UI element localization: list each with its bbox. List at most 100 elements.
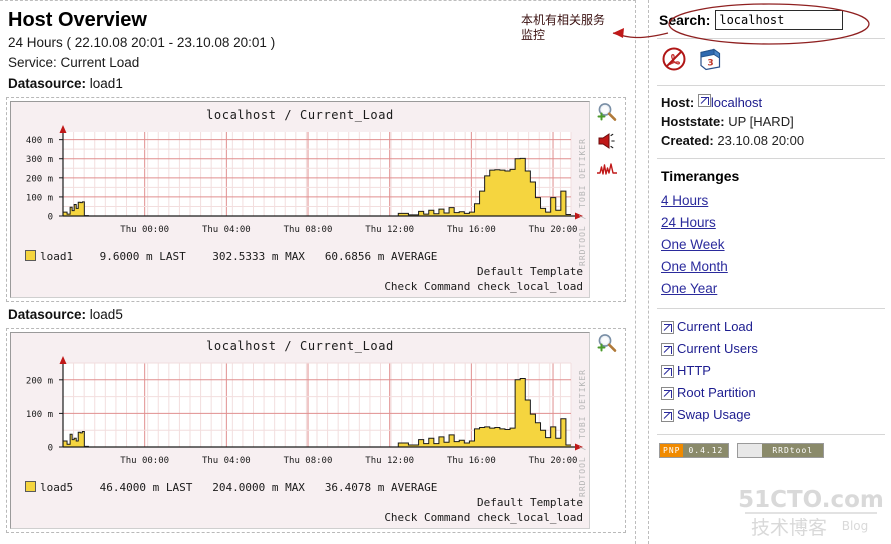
timeranges-block: Timeranges 4 Hours 24 Hours One Week One…: [657, 159, 885, 309]
datasource-key-2: Datasource:: [8, 307, 86, 322]
created-label: Created:: [661, 133, 714, 148]
x-tick-label: Thu 00:00: [120, 225, 169, 235]
rrdtool-watermark-2: RRDTOOL / TOBI OETIKER: [578, 369, 587, 497]
service-link-label: Current Load: [677, 318, 753, 336]
search-input[interactable]: [715, 10, 843, 30]
graph-box-load1: localhost / Current_Load Thu 00:00 Thu 04…: [6, 97, 626, 302]
timerange-link-4-hours[interactable]: 4 Hours: [659, 190, 883, 212]
legend-text-load5: load5 46.4000 m LAST 204.0000 m MAX 36.4…: [40, 481, 437, 494]
service-link-current-users[interactable]: Current Users: [659, 338, 883, 360]
host-value[interactable]: localhost: [711, 95, 762, 110]
pnp-badge-left: PNP: [660, 444, 683, 457]
zoom-icon[interactable]: [596, 101, 618, 123]
service-link-label: Current Users: [677, 340, 758, 358]
export-icons-row: 3: [657, 39, 885, 86]
x-tick-label: Thu 20:00: [529, 456, 578, 466]
y-tick-label: 300 m: [26, 155, 53, 165]
rrd-badge-left: [738, 444, 762, 457]
hoststate-label: Hoststate:: [661, 114, 725, 129]
graph-tools-load5: [592, 332, 622, 354]
service-link-root-partition[interactable]: Root Partition: [659, 382, 883, 404]
rrdtool-watermark-1: RRDTOOL / TOBI OETIKER: [578, 138, 587, 266]
graph-legend-load5: load5 46.4000 m LAST 204.0000 m MAX 36.4…: [11, 478, 589, 495]
annotation-note-cn: 本机有相关服务监控: [521, 13, 607, 43]
service-link-label: HTTP: [677, 362, 711, 380]
external-link-icon: [661, 409, 674, 422]
x-tick-label: Thu 20:00: [529, 225, 578, 235]
external-link-icon: [661, 321, 674, 334]
graph-template-2: Default Template: [11, 495, 589, 510]
graph-template-1: Default Template: [11, 264, 589, 279]
graph-canvas-load1: localhost / Current_Load Thu 00:00 Thu 04…: [10, 101, 590, 298]
x-tick-label: Thu 04:00: [202, 225, 251, 235]
graph-title-load5: localhost / Current_Load: [11, 333, 589, 355]
x-tick-label: Thu 16:00: [447, 225, 496, 235]
timerange-link-one-week[interactable]: One Week: [659, 234, 883, 256]
sidebar: Search: 3: [648, 0, 891, 544]
timerange-link-24-hours[interactable]: 24 Hours: [659, 212, 883, 234]
timerange-link-one-year[interactable]: One Year: [659, 278, 883, 300]
service-link-swap-usage[interactable]: Swap Usage: [659, 404, 883, 426]
pdf-disabled-icon[interactable]: [661, 46, 687, 77]
external-link-icon: [661, 343, 674, 356]
external-link-icon[interactable]: [698, 94, 711, 107]
service-link-label: Root Partition: [677, 384, 756, 402]
x-tick-label: Thu 00:00: [120, 456, 169, 466]
graph-checkcommand-2: Check Command check_local_load: [11, 510, 589, 528]
calendar-icon[interactable]: 3: [697, 46, 723, 77]
timeranges-heading: Timeranges: [659, 166, 883, 190]
y-tick-label: 100 m: [26, 410, 53, 420]
plot-area-load5: Thu 00:00 Thu 04:00 Thu 08:00 Thu 12:00 Thu …: [11, 355, 589, 478]
legend-text-load1: load1 9.6000 m LAST 302.5333 m MAX 60.68…: [40, 250, 437, 263]
services-block: Current Load Current Users HTTP Root Par…: [657, 309, 885, 435]
created-row: Created: 23.10.08 20:00: [659, 131, 883, 150]
y-tick-label: 200 m: [26, 376, 53, 386]
x-tick-label: Thu 12:00: [365, 225, 414, 235]
plot-svg-load5: Thu 00:00 Thu 04:00 Thu 08:00 Thu 12:00 Thu …: [11, 355, 589, 473]
external-link-icon: [661, 387, 674, 400]
y-tick-label: 0: [48, 213, 53, 223]
host-info-block: Host: localhost Hoststate: UP [HARD] Cre…: [657, 86, 885, 159]
rrd-badge-right: RRDtool: [762, 444, 823, 457]
graph-box-load5: localhost / Current_Load Thu 00:00 Thu 04…: [6, 328, 626, 533]
host-row: Host: localhost: [659, 93, 883, 112]
pulse-icon[interactable]: [596, 159, 618, 181]
calendar-day-text: 3: [707, 59, 713, 69]
hoststate-value: UP [HARD]: [728, 114, 794, 129]
y-tick-label: 100 m: [26, 193, 53, 203]
service-link-label: Swap Usage: [677, 406, 751, 424]
pnp-badge-right: 0.4.12: [683, 444, 728, 457]
datasource-value-2: load5: [90, 307, 123, 322]
graph-legend-load1: load1 9.6000 m LAST 302.5333 m MAX 60.68…: [11, 247, 589, 264]
datasource-label-2: Datasource: load5: [8, 306, 629, 324]
host-label: Host:: [661, 95, 694, 110]
legend-swatch-load5: [25, 481, 36, 492]
timerange-link-one-month[interactable]: One Month: [659, 256, 883, 278]
graph-tools-load1: [592, 101, 622, 181]
icon-row: 3: [659, 46, 883, 77]
datasource-value-1: load1: [90, 76, 123, 91]
plot-svg-load1: Thu 00:00 Thu 04:00 Thu 08:00 Thu 12:00 Thu …: [11, 124, 589, 242]
y-tick-label: 200 m: [26, 174, 53, 184]
x-tick-label: Thu 04:00: [202, 456, 251, 466]
service-link-http[interactable]: HTTP: [659, 360, 883, 382]
created-value: 23.10.08 20:00: [717, 133, 804, 148]
zoom-icon[interactable]: [596, 332, 618, 354]
pnp-version-badge[interactable]: PNP 0.4.12: [659, 443, 729, 458]
search-label: Search:: [659, 12, 710, 28]
external-link-icon: [661, 365, 674, 378]
service-link-current-load[interactable]: Current Load: [659, 316, 883, 338]
main-content: Host Overview 24 Hours ( 22.10.08 20:01 …: [0, 0, 636, 544]
y-tick-label: 0: [48, 444, 53, 454]
x-tick-label: Thu 08:00: [284, 225, 333, 235]
search-row: Search:: [657, 4, 885, 38]
graph-canvas-load5: localhost / Current_Load Thu 00:00 Thu 04…: [10, 332, 590, 529]
rrdtool-badge[interactable]: RRDtool: [737, 443, 824, 458]
speaker-icon[interactable]: [596, 130, 618, 152]
graph-checkcommand-1: Check Command check_local_load: [11, 279, 589, 297]
x-tick-label: Thu 16:00: [447, 456, 496, 466]
x-tick-label: Thu 08:00: [284, 456, 333, 466]
x-tick-label: Thu 12:00: [365, 456, 414, 466]
graph-title-load1: localhost / Current_Load: [11, 102, 589, 124]
legend-swatch-load1: [25, 250, 36, 261]
